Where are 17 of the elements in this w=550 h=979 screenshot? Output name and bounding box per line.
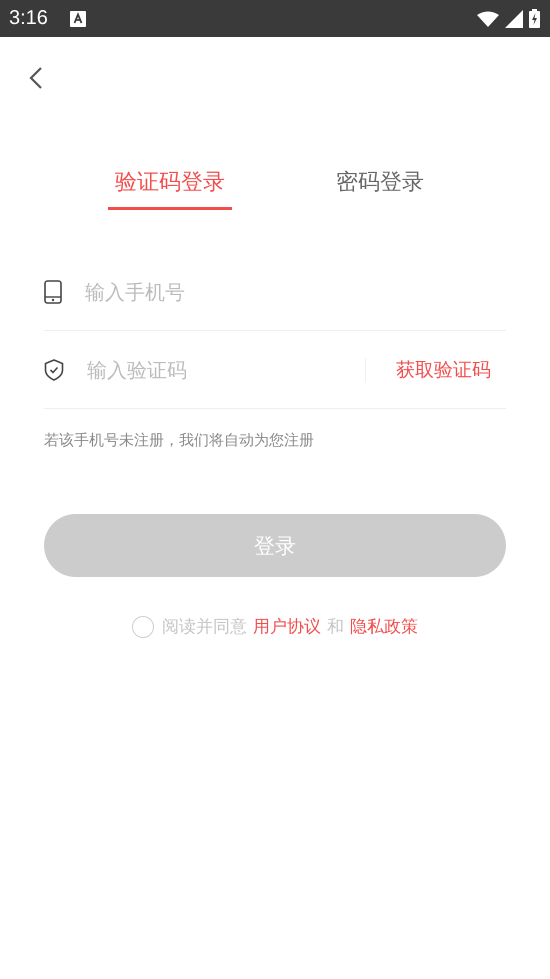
keyboard-notification-icon bbox=[70, 10, 86, 26]
tab[interactable]: 验证码登录 bbox=[108, 167, 232, 210]
register-note: 若该手机号未注册，我们将自动为您注册 bbox=[44, 431, 315, 450]
signal-icon bbox=[505, 10, 523, 28]
phone-icon bbox=[44, 280, 62, 304]
agreement-link[interactable]: 隐私政策 bbox=[350, 615, 418, 638]
agreement-link[interactable]: 用户协议 bbox=[253, 615, 321, 638]
status-time: 3:16 bbox=[9, 7, 48, 30]
tab[interactable]: 密码登录 bbox=[318, 167, 442, 210]
back-icon[interactable] bbox=[29, 66, 43, 90]
agreement-text: 阅读并同意 bbox=[162, 616, 247, 638]
battery-charging-icon bbox=[529, 9, 540, 28]
agreement-text: 和 bbox=[327, 616, 344, 638]
wifi-icon bbox=[477, 10, 499, 26]
agreement-checkbox[interactable] bbox=[132, 616, 154, 638]
shield-check-icon bbox=[44, 358, 64, 380]
get-code-button[interactable]: 获取验证码 bbox=[396, 356, 491, 382]
